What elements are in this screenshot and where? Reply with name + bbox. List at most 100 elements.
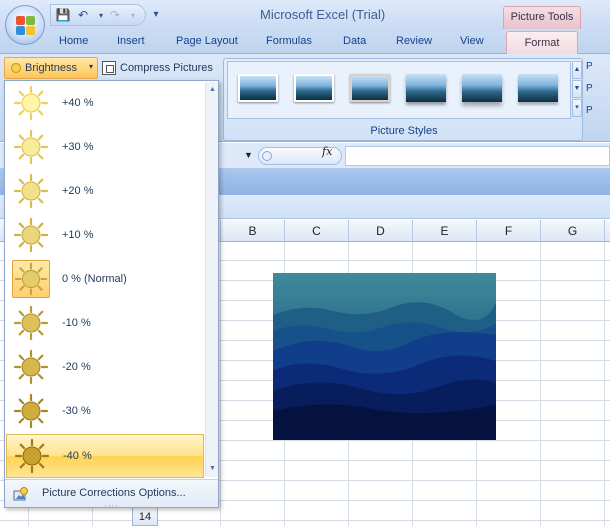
brightness-option-plus-10[interactable]: +10 % — [6, 214, 204, 258]
insert-function-button[interactable]: fx — [322, 145, 332, 158]
sun-ray — [18, 109, 25, 116]
tab-home[interactable]: Home — [59, 35, 88, 47]
brightness-option-minus-40[interactable]: -40 % — [6, 434, 204, 478]
sun-ray — [19, 462, 26, 469]
tab-format[interactable]: Format — [506, 31, 578, 55]
sun-ray — [38, 462, 45, 469]
quick-access-toolbar: 💾 ↶ ▾ ↷ ▾ — [50, 4, 146, 26]
inserted-picture-mountains[interactable] — [273, 273, 496, 440]
sun-ray — [37, 241, 44, 248]
sun-disc — [21, 137, 41, 157]
sun-icon — [14, 438, 50, 474]
menu-scrollbar[interactable]: ▲ ▼ — [205, 82, 218, 477]
sun-icon — [13, 173, 49, 209]
resize-grip-icon[interactable]: ···· — [5, 501, 218, 510]
scroll-down-icon[interactable]: ▼ — [207, 463, 218, 475]
column-header-g[interactable]: G — [540, 220, 604, 242]
picture-shape-button[interactable]: P — [586, 61, 610, 75]
sun-icon — [13, 349, 49, 385]
formula-input[interactable] — [345, 146, 610, 166]
sun-ray — [37, 153, 44, 160]
tab-view[interactable]: View — [460, 35, 484, 47]
sun-ray — [19, 267, 25, 273]
brightness-option-normal[interactable]: 0 % (Normal) — [6, 258, 204, 302]
column-header-b[interactable]: B — [220, 220, 284, 242]
title-bar: 💾 ↶ ▾ ↷ ▾ ▾ Microsoft Excel (Trial) Pict… — [0, 0, 610, 30]
sun-ray — [18, 373, 25, 380]
picture-style-thumbnail[interactable] — [350, 74, 390, 102]
column-header-partial[interactable] — [604, 220, 610, 242]
column-header-c[interactable]: C — [284, 220, 348, 242]
ribbon-tabs: Home Insert Page Layout Formulas Data Re… — [0, 30, 610, 55]
brightness-option-plus-30[interactable]: +30 % — [6, 126, 204, 170]
column-header-f[interactable]: F — [476, 220, 540, 242]
brightness-button[interactable]: Brightness ▾ — [4, 57, 98, 79]
compress-icon — [102, 61, 116, 75]
sun-disc — [21, 181, 41, 201]
sun-ray — [18, 90, 25, 97]
gallery-scroll-down-icon[interactable]: ▼ — [572, 80, 582, 98]
picture-effects-button[interactable]: P — [586, 105, 610, 119]
brightness-option-minus-20[interactable]: -20 % — [6, 346, 204, 390]
save-icon[interactable]: 💾 — [55, 8, 71, 23]
sun-ray — [18, 417, 25, 424]
picture-style-thumbnail[interactable] — [462, 74, 502, 102]
sun-ray — [37, 222, 44, 229]
sun-icon — [12, 260, 50, 298]
picture-border-button[interactable]: P — [586, 83, 610, 97]
sun-icon — [13, 85, 49, 121]
sun-ray — [18, 178, 25, 185]
sun-disc — [21, 401, 41, 421]
customize-toolbar-icon[interactable]: ▾ — [148, 7, 164, 22]
picture-style-thumbnail[interactable] — [238, 74, 278, 102]
sun-ray — [37, 310, 44, 317]
sun-ray — [37, 398, 44, 405]
picture-styles-label: Picture Styles — [370, 125, 438, 137]
sun-disc — [21, 357, 41, 377]
sun-ray — [37, 197, 44, 204]
sun-disc — [22, 446, 42, 466]
brightness-options-list: +40 % +30 % +20 % +10 % 0 % (Normal) -10… — [6, 82, 204, 478]
tab-review[interactable]: Review — [396, 35, 432, 47]
picture-corrections-icon — [13, 487, 28, 501]
column-header-e[interactable]: E — [412, 220, 476, 242]
office-button[interactable] — [5, 5, 45, 45]
name-box-dropdown-icon[interactable]: ▼ — [244, 150, 253, 160]
compress-pictures-label: Compress Pictures — [120, 62, 213, 74]
gallery-scroll-up-icon[interactable]: ▲ — [572, 61, 582, 79]
sun-disc — [21, 313, 41, 333]
gallery-more-icon[interactable]: ▾ — [572, 99, 582, 117]
chevron-down-icon: ▾ — [89, 62, 94, 71]
column-header-d[interactable]: D — [348, 220, 412, 242]
picture-style-thumbnail[interactable] — [518, 74, 558, 102]
sun-ray — [19, 443, 26, 450]
sun-icon — [13, 217, 49, 253]
picture-style-thumbnail[interactable] — [294, 74, 334, 102]
tab-data[interactable]: Data — [343, 35, 366, 47]
sun-icon — [13, 129, 49, 165]
sun-ray — [37, 109, 44, 116]
brightness-gallery-menu: +40 % +30 % +20 % +10 % 0 % (Normal) -10… — [4, 80, 219, 510]
brightness-option-minus-30[interactable]: -30 % — [6, 390, 204, 434]
picture-style-thumbnail[interactable] — [406, 74, 446, 102]
brightness-option-minus-10[interactable]: -10 % — [6, 302, 204, 346]
brightness-option-plus-20[interactable]: +20 % — [6, 170, 204, 214]
expand-icon[interactable] — [262, 151, 272, 161]
sun-ray — [18, 398, 25, 405]
compress-pictures-button[interactable]: Compress Pictures — [100, 60, 218, 78]
brightness-option-plus-40[interactable]: +40 % — [6, 82, 204, 126]
tab-formulas[interactable]: Formulas — [266, 35, 312, 47]
tab-insert[interactable]: Insert — [117, 35, 145, 47]
sun-ray — [18, 354, 25, 361]
brightness-label: Brightness — [25, 62, 77, 74]
sun-ray — [37, 329, 44, 336]
sun-ray — [37, 285, 43, 291]
redo-icon[interactable]: ↷ — [107, 8, 123, 23]
sun-ray — [19, 285, 25, 291]
sun-ray — [18, 153, 25, 160]
picture-tools-context-label: Picture Tools — [503, 6, 581, 29]
tab-page-layout[interactable]: Page Layout — [176, 35, 238, 47]
undo-icon[interactable]: ↶ — [75, 8, 91, 23]
redo-dropdown-icon[interactable]: ▾ — [125, 8, 141, 23]
scroll-up-icon[interactable]: ▲ — [207, 84, 218, 96]
